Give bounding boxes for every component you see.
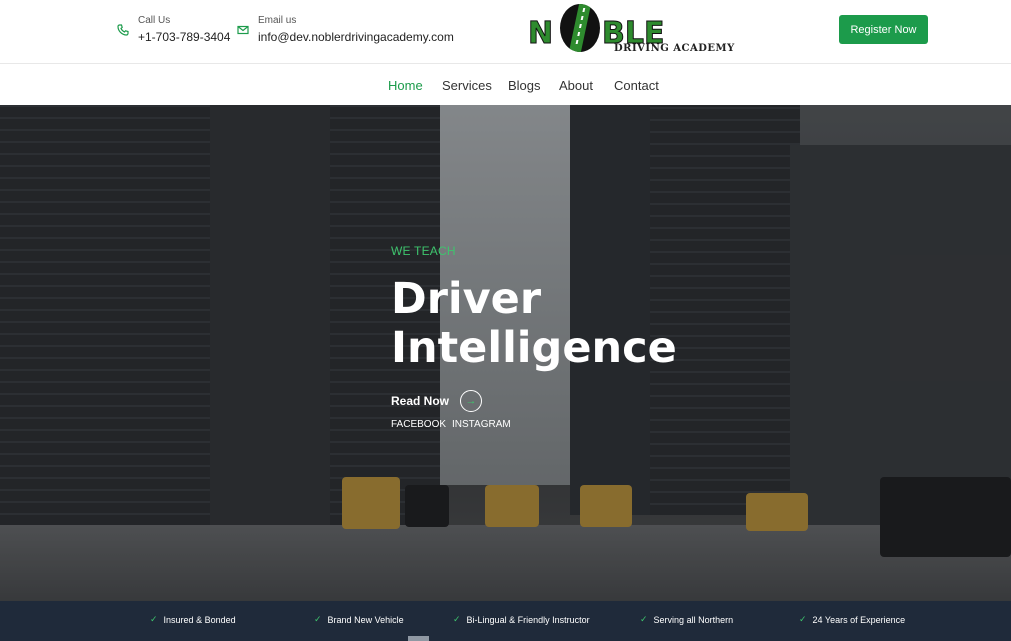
feature-item: ✓ 24 Years of Experience — [799, 614, 905, 625]
scroll-indicator[interactable] — [408, 636, 429, 641]
feature-item: ✓ Brand New Vehicle — [314, 614, 404, 625]
email-address[interactable]: info@dev.noblerdrivingacademy.com — [258, 29, 454, 45]
logo-letter-n: N — [527, 16, 554, 52]
hero-headline: Driver Intelligence — [391, 275, 677, 373]
feature-label: Brand New Vehicle — [327, 614, 404, 625]
checkmark-icon: ✓ — [799, 614, 807, 624]
read-now-label: Read Now — [391, 394, 450, 408]
nav-services[interactable]: Services — [442, 78, 492, 93]
nav-contact[interactable]: Contact — [614, 78, 659, 93]
nav-blogs[interactable]: Blogs — [508, 78, 541, 93]
email-contact[interactable]: Email us info@dev.noblerdrivingacademy.c… — [237, 15, 454, 45]
phone-number[interactable]: +1-703-789-3404 — [138, 29, 230, 45]
top-header: Call Us +1-703-789-3404 Email us info@de… — [0, 0, 1011, 64]
facebook-link[interactable]: FACEBOOK — [391, 419, 446, 430]
feature-item: ✓ Serving all Northern — [640, 614, 733, 625]
feature-label: Insured & Bonded — [163, 614, 236, 625]
hero-eyebrow: WE TEACH — [391, 244, 456, 258]
nav-home[interactable]: Home — [388, 78, 423, 93]
hero-headline-line1: Driver — [391, 274, 542, 324]
logo-subtitle: DRIVING ACADEMY — [614, 43, 735, 54]
read-now-link[interactable]: Read Now → — [391, 390, 483, 412]
checkmark-icon: ✓ — [640, 614, 648, 624]
arrow-right-icon[interactable]: → — [460, 390, 483, 412]
feature-label: Bi-Lingual & Friendly Instructor — [466, 614, 590, 625]
feature-label: Serving all Northern — [653, 614, 734, 625]
phone-contact[interactable]: Call Us +1-703-789-3404 — [117, 15, 230, 45]
instagram-link[interactable]: INSTAGRAM — [452, 419, 511, 430]
phone-label: Call Us — [138, 15, 171, 26]
feature-item: ✓ Bi-Lingual & Friendly Instructor — [453, 614, 590, 625]
features-bar: ✓ Insured & Bonded ✓ Brand New Vehicle ✓… — [0, 601, 1011, 641]
email-icon — [237, 25, 249, 35]
email-label: Email us — [258, 15, 297, 26]
phone-icon — [117, 24, 129, 36]
feature-item: ✓ Insured & Bonded — [150, 614, 236, 625]
feature-label: 24 Years of Experience — [812, 614, 906, 625]
register-now-button[interactable]: Register Now — [839, 15, 928, 44]
checkmark-icon: ✓ — [314, 614, 322, 624]
hero-headline-line2: Intelligence — [391, 323, 677, 373]
checkmark-icon: ✓ — [453, 614, 461, 624]
nav-about[interactable]: About — [559, 78, 593, 93]
checkmark-icon: ✓ — [150, 614, 158, 624]
site-logo[interactable]: N BLE DRIVING ACADEMY — [527, 2, 738, 60]
logo-road-icon — [560, 4, 600, 52]
main-navigation: Home Services Blogs About Contact — [0, 65, 1011, 105]
hero-banner: WE TEACH Driver Intelligence Read Now → … — [0, 105, 1011, 601]
